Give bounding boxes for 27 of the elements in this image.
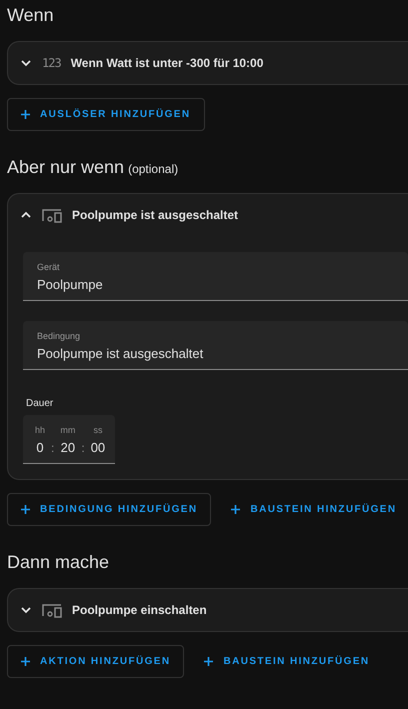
optional-note: (optional)	[128, 161, 178, 178]
add-button[interactable]: AUSLÖSER HINZUFÜGEN	[7, 98, 204, 131]
select-field[interactable]: Gerät Poolpumpe	[23, 252, 408, 301]
add-button[interactable]: BAUSTEIN HINZUFÜGEN	[190, 645, 384, 678]
section-heading: Dann mache	[7, 551, 110, 574]
section-heading: Aber nur wenn	[7, 156, 124, 179]
item-header[interactable]: Poolpumpe ist ausgeschaltet	[8, 194, 408, 236]
devices-icon	[42, 207, 62, 223]
add-button[interactable]: AKTION HINZUFÜGEN	[7, 645, 184, 678]
plus-icon	[204, 657, 214, 666]
devices-icon	[42, 602, 62, 618]
plus-icon	[231, 505, 240, 514]
numeric-icon: 123	[42, 54, 61, 72]
item-title: Poolpumpe ist ausgeschaltet	[72, 207, 238, 224]
plus-icon	[21, 110, 30, 119]
add-button[interactable]: BEDINGUNG HINZUFÜGEN	[7, 493, 212, 526]
item-header[interactable]: Poolpumpe einschalten	[8, 589, 408, 631]
duration-field[interactable]: hh 0 : mm 20 : ss 00	[23, 415, 116, 464]
plus-icon	[21, 505, 30, 514]
duration-label: Dauer	[26, 397, 54, 411]
plus-icon	[21, 657, 30, 666]
item-title: Wenn Watt ist unter -300 für 10:00	[70, 55, 264, 72]
select-field[interactable]: Bedingung Poolpumpe ist ausgeschaltet	[23, 321, 408, 370]
section-heading: Wenn	[7, 4, 54, 27]
add-button[interactable]: BAUSTEIN HINZUFÜGEN	[217, 493, 408, 526]
item-title: Poolpumpe einschalten	[72, 602, 207, 619]
item-header[interactable]: 123 Wenn Watt ist unter -300 für 10:00	[8, 42, 408, 84]
